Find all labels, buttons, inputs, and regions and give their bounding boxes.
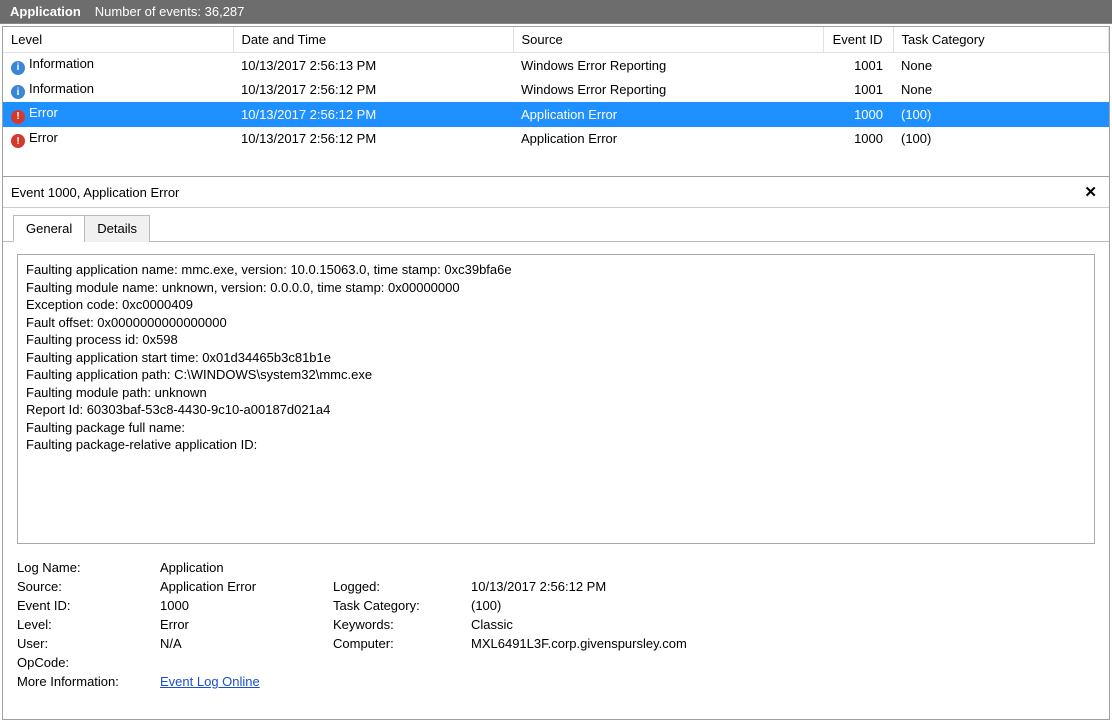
- events-table: Level Date and Time Source Event ID Task…: [3, 27, 1109, 151]
- label-logged: Logged:: [333, 579, 463, 594]
- cell-date: 10/13/2017 2:56:12 PM: [233, 102, 513, 127]
- detail-title: Event 1000, Application Error: [11, 185, 179, 200]
- col-date[interactable]: Date and Time: [233, 27, 513, 53]
- cell-event-id: 1000: [823, 127, 893, 152]
- detail-pane: Event 1000, Application Error ✕ General …: [3, 177, 1109, 719]
- col-event-id[interactable]: Event ID: [823, 27, 893, 53]
- cell-source: Windows Error Reporting: [513, 78, 823, 103]
- cell-task: None: [893, 78, 1109, 103]
- value-computer: MXL6491L3F.corp.givenspursley.com: [471, 636, 1095, 651]
- error-icon: !: [11, 110, 25, 124]
- table-row[interactable]: i Information 10/13/2017 2:56:12 PMWindows…: [3, 78, 1109, 103]
- app-title: Application: [10, 4, 81, 19]
- value-keywords: Classic: [471, 617, 1095, 632]
- table-row[interactable]: ! Error 10/13/2017 2:56:12 PMApplication E…: [3, 127, 1109, 152]
- value-level: Error: [160, 617, 325, 632]
- cell-task: (100): [893, 127, 1109, 152]
- close-icon[interactable]: ✕: [1080, 183, 1101, 201]
- label-task-category: Task Category:: [333, 598, 463, 613]
- main-container: Level Date and Time Source Event ID Task…: [2, 26, 1110, 720]
- tabs: General Details: [3, 208, 1109, 242]
- event-log-online-link[interactable]: Event Log Online: [160, 674, 260, 689]
- cell-source: Application Error: [513, 127, 823, 152]
- label-log-name: Log Name:: [17, 560, 152, 575]
- cell-level: Information: [29, 56, 94, 71]
- cell-source: Application Error: [513, 102, 823, 127]
- label-user: User:: [17, 636, 152, 651]
- value-logged: 10/13/2017 2:56:12 PM: [471, 579, 1095, 594]
- event-list-wrap: Level Date and Time Source Event ID Task…: [3, 27, 1109, 177]
- col-source[interactable]: Source: [513, 27, 823, 53]
- cell-event-id: 1001: [823, 53, 893, 78]
- value-user: N/A: [160, 636, 325, 651]
- cell-event-id: 1000: [823, 102, 893, 127]
- detail-header: Event 1000, Application Error ✕: [3, 177, 1109, 208]
- table-row[interactable]: ! Error 10/13/2017 2:56:12 PMApplication E…: [3, 102, 1109, 127]
- cell-task: (100): [893, 102, 1109, 127]
- titlebar: Application Number of events: 36,287: [0, 0, 1112, 24]
- label-more-info: More Information:: [17, 674, 152, 689]
- cell-source: Windows Error Reporting: [513, 53, 823, 78]
- cell-event-id: 1001: [823, 78, 893, 103]
- cell-level: Information: [29, 81, 94, 96]
- event-message[interactable]: Faulting application name: mmc.exe, vers…: [17, 254, 1095, 544]
- error-icon: !: [11, 134, 25, 148]
- label-opcode: OpCode:: [17, 655, 152, 670]
- cell-task: None: [893, 53, 1109, 78]
- label-computer: Computer:: [333, 636, 463, 651]
- label-keywords: Keywords:: [333, 617, 463, 632]
- cell-date: 10/13/2017 2:56:12 PM: [233, 127, 513, 152]
- value-event-id: 1000: [160, 598, 325, 613]
- cell-date: 10/13/2017 2:56:12 PM: [233, 78, 513, 103]
- label-source: Source:: [17, 579, 152, 594]
- label-event-id: Event ID:: [17, 598, 152, 613]
- tab-general[interactable]: General: [13, 215, 85, 242]
- tab-details[interactable]: Details: [84, 215, 150, 242]
- cell-date: 10/13/2017 2:56:13 PM: [233, 53, 513, 78]
- event-list-scroll[interactable]: Level Date and Time Source Event ID Task…: [3, 27, 1109, 176]
- col-level[interactable]: Level: [3, 27, 233, 53]
- value-opcode: [160, 655, 325, 670]
- table-row[interactable]: i Information 10/13/2017 2:56:13 PMWindows…: [3, 53, 1109, 78]
- column-header-row: Level Date and Time Source Event ID Task…: [3, 27, 1109, 53]
- cell-level: Error: [29, 105, 58, 120]
- col-task[interactable]: Task Category: [893, 27, 1109, 53]
- value-task-category: (100): [471, 598, 1095, 613]
- info-icon: i: [11, 85, 25, 99]
- event-properties-grid: Log Name: Application Source: Applicatio…: [17, 560, 1095, 689]
- cell-level: Error: [29, 130, 58, 145]
- info-icon: i: [11, 61, 25, 75]
- event-count-label: Number of events: 36,287: [95, 4, 245, 19]
- value-log-name: Application: [160, 560, 325, 575]
- tab-content-general: Faulting application name: mmc.exe, vers…: [3, 242, 1109, 719]
- label-level: Level:: [17, 617, 152, 632]
- value-source: Application Error: [160, 579, 325, 594]
